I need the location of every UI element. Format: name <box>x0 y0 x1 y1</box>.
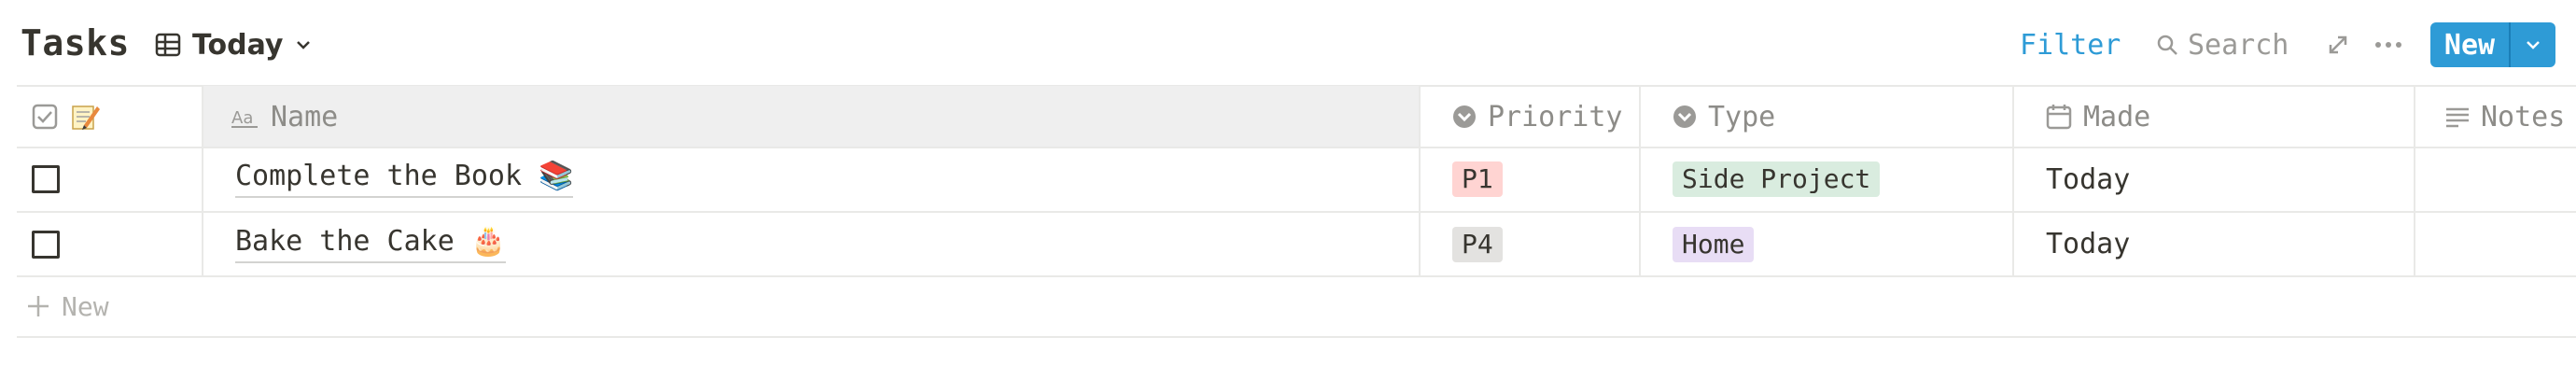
select-property-icon <box>1673 105 1697 129</box>
column-header-priority[interactable]: Priority <box>1435 86 1656 147</box>
expand-icon[interactable] <box>2326 26 2350 63</box>
column-header-label: Name <box>271 100 339 133</box>
column-header-type[interactable]: Type <box>1656 86 2029 147</box>
new-button[interactable]: New <box>2430 29 2509 62</box>
column-header-name[interactable]: Aa Name <box>218 86 1435 147</box>
type-cell[interactable]: Side Project <box>1656 147 2029 211</box>
notes-cell[interactable] <box>2430 147 2576 211</box>
page-title: Tasks <box>21 22 130 63</box>
table-row[interactable]: Bake the Cake 🎂 P4 Home Today <box>17 213 2576 275</box>
row-divider <box>17 275 2576 277</box>
made-cell[interactable]: Today <box>2029 147 2430 211</box>
view-switcher[interactable]: Today <box>155 26 313 63</box>
checkbox[interactable] <box>32 165 60 193</box>
column-header-label: Type <box>1708 100 1776 133</box>
column-header-notes[interactable]: Notes <box>2430 86 2576 147</box>
table-bottom-border <box>17 336 2576 338</box>
filter-button[interactable]: Filter <box>2020 26 2121 63</box>
lines-icon <box>2445 105 2470 128</box>
priority-cell[interactable]: P1 <box>1435 147 1656 211</box>
checkbox[interactable] <box>32 230 60 259</box>
row-checkbox[interactable] <box>32 213 69 275</box>
table-icon <box>155 32 181 58</box>
view-header: Tasks Today Filter Search New <box>0 0 2576 86</box>
column-header-checkbox[interactable] <box>32 86 200 147</box>
name-cell[interactable]: Complete the Book 📚 <box>218 147 1435 211</box>
select-property-icon <box>1452 105 1477 129</box>
search-button[interactable]: Search <box>2156 26 2289 63</box>
priority-tag: P1 <box>1452 161 1503 197</box>
add-row-label: New <box>62 290 109 322</box>
column-header-made[interactable]: Made <box>2029 86 2430 147</box>
plus-icon <box>26 294 50 318</box>
priority-tag: P4 <box>1452 226 1503 262</box>
type-cell[interactable]: Home <box>1656 213 2029 275</box>
column-header-label: Priority <box>1488 100 1623 133</box>
name-cell[interactable]: Bake the Cake 🎂 <box>218 213 1435 275</box>
chevron-down-icon <box>294 35 313 54</box>
table-header-row: Aa Name Priority Type Made Notes <box>17 86 2576 147</box>
search-icon <box>2156 34 2178 56</box>
search-label: Search <box>2188 28 2289 62</box>
more-options-icon[interactable] <box>2374 26 2402 63</box>
view-label: Today <box>192 28 284 62</box>
type-tag: Home <box>1673 226 1755 262</box>
made-date: Today <box>2046 162 2131 196</box>
new-button-group: New <box>2430 22 2555 67</box>
task-name[interactable]: Complete the Book 📚 <box>235 161 574 198</box>
column-header-label: Notes <box>2481 100 2566 133</box>
new-dropdown-button[interactable] <box>2511 35 2555 54</box>
checkbox-icon <box>32 104 58 130</box>
type-tag: Side Project <box>1673 161 1881 197</box>
task-name[interactable]: Bake the Cake 🎂 <box>235 225 507 263</box>
made-cell[interactable]: Today <box>2029 213 2430 275</box>
text-property-icon: Aa <box>231 105 259 128</box>
table-row[interactable]: Complete the Book 📚 P1 Side Project Toda… <box>17 147 2576 211</box>
calendar-icon <box>2046 104 2072 130</box>
memo-icon <box>71 103 101 131</box>
add-row-button[interactable]: New <box>26 289 109 323</box>
svg-text:Aa: Aa <box>231 108 253 128</box>
chevron-down-icon <box>2527 41 2540 49</box>
row-checkbox[interactable] <box>32 147 69 211</box>
made-date: Today <box>2046 228 2131 260</box>
priority-cell[interactable]: P4 <box>1435 213 1656 275</box>
notes-cell[interactable] <box>2430 213 2576 275</box>
column-header-label: Made <box>2083 100 2151 133</box>
